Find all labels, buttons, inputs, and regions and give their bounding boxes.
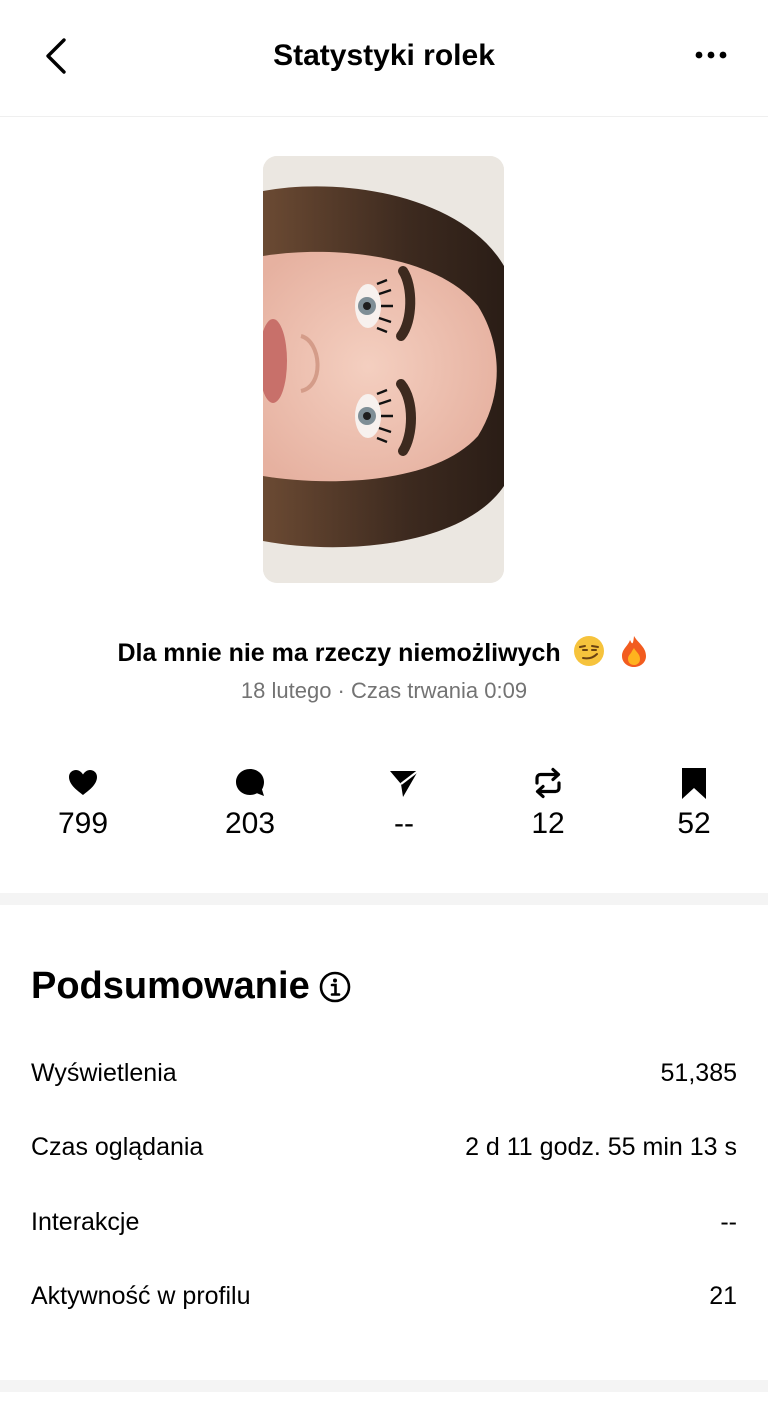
repost-icon	[535, 767, 561, 799]
summary-row-interactions: Interakcje --	[31, 1202, 737, 1242]
comments-count: 203	[224, 807, 276, 840]
comment-icon	[236, 769, 264, 796]
watch-time-label: Czas oglądania	[31, 1133, 204, 1161]
profile-activity-label: Aktywność w profilu	[31, 1282, 251, 1310]
summary-row-views: Wyświetlenia 51,385	[31, 1053, 737, 1093]
likes-count: 799	[57, 807, 109, 840]
reel-thumbnail[interactable]	[263, 156, 504, 583]
info-icon	[319, 971, 351, 1003]
reel-caption: Dla mnie nie ma rzeczy niemożliwych	[0, 634, 768, 678]
interactions-value: --	[720, 1208, 737, 1236]
stat-likes: 799	[28, 766, 138, 846]
stat-comments: 203	[195, 766, 305, 846]
reel-thumbnail-image	[263, 156, 504, 583]
fire-emoji-icon	[617, 634, 651, 678]
stat-shares: --	[349, 766, 459, 846]
info-button[interactable]	[318, 970, 352, 1004]
shares-count: --	[394, 807, 414, 840]
views-value: 51,385	[660, 1059, 737, 1087]
top-bar: Statystyki rolek	[0, 0, 768, 117]
section-divider-bottom	[0, 1380, 768, 1392]
caption-text: Dla mnie nie ma rzeczy niemożliwych	[117, 639, 561, 667]
more-options-button[interactable]	[690, 40, 734, 70]
reel-meta: 18 lutego · Czas trwania 0:09	[240, 678, 528, 703]
profile-activity-value: 21	[709, 1282, 737, 1310]
stat-saves: 52	[639, 766, 749, 846]
reposts-count: 12	[531, 807, 565, 840]
saves-count: 52	[677, 807, 711, 840]
section-divider	[0, 893, 768, 905]
send-icon	[390, 770, 419, 797]
heart-icon	[69, 770, 97, 795]
more-horizontal-icon	[695, 51, 727, 59]
smirk-emoji-icon	[572, 634, 606, 678]
watch-time-value: 2 d 11 godz. 55 min 13 s	[465, 1133, 737, 1161]
page-title: Statystyki rolek	[273, 39, 495, 72]
views-label: Wyświetlenia	[31, 1059, 177, 1087]
stat-reposts: 12	[493, 766, 603, 846]
bookmark-icon	[682, 768, 706, 799]
interactions-label: Interakcje	[31, 1208, 140, 1236]
summary-title: Podsumowanie	[31, 965, 310, 1007]
summary-row-profile-activity: Aktywność w profilu 21	[31, 1276, 737, 1316]
summary-row-watch-time: Czas oglądania 2 d 11 godz. 55 min 13 s	[31, 1127, 737, 1167]
